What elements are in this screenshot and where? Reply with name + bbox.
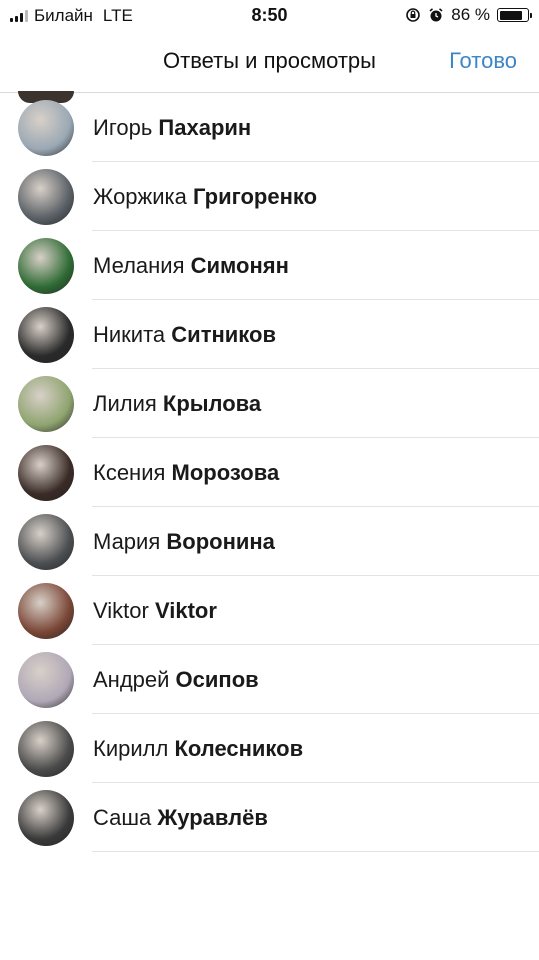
viewer-first-name: Саша <box>93 805 152 830</box>
list-item[interactable]: Ксения Морозова <box>0 438 539 507</box>
battery-fill <box>499 10 523 20</box>
viewer-name: Мелания Симонян <box>93 253 289 279</box>
list-item[interactable]: Viktor Viktor <box>0 576 539 645</box>
navigation-bar: Ответы и просмотры Готово <box>0 32 539 93</box>
viewer-last-name: Григоренко <box>193 184 318 209</box>
status-left: Билайн LTE <box>10 6 133 26</box>
avatar <box>18 514 74 570</box>
alarm-icon <box>429 8 443 22</box>
viewer-first-name: Мария <box>93 529 161 554</box>
avatar <box>18 583 74 639</box>
avatar <box>18 307 74 363</box>
viewer-first-name: Мелания <box>93 253 185 278</box>
avatar <box>18 652 74 708</box>
viewer-first-name: Никита <box>93 322 166 347</box>
list-item[interactable]: Андрей Осипов <box>0 645 539 714</box>
list-item[interactable]: Жоржика Григоренко <box>0 162 539 231</box>
network-type: LTE <box>102 6 133 25</box>
avatar <box>18 790 74 846</box>
carrier-name: Билайн <box>34 6 93 25</box>
viewer-first-name: Игорь <box>93 115 153 140</box>
viewer-name: Ксения Морозова <box>93 460 279 486</box>
viewer-last-name: Колесников <box>174 736 304 761</box>
status-right: 86 % <box>405 5 532 25</box>
viewer-last-name: Морозова <box>171 460 280 485</box>
viewer-first-name: Жоржика <box>93 184 187 209</box>
viewer-name: Жоржика Григоренко <box>93 184 317 210</box>
battery-percent: 86 % <box>451 5 490 24</box>
avatar <box>18 238 74 294</box>
viewer-first-name: Лилия <box>93 391 157 416</box>
viewer-last-name: Крылова <box>162 391 262 416</box>
list-item[interactable]: Лилия Крылова <box>0 369 539 438</box>
viewer-name: Viktor Viktor <box>93 598 217 624</box>
viewer-name: Саша Журавлёв <box>93 805 268 831</box>
viewer-last-name: Симонян <box>190 253 289 278</box>
avatar <box>18 100 74 156</box>
list-item[interactable]: Мелания Симонян <box>0 231 539 300</box>
rotation-lock-icon <box>406 8 421 22</box>
list-item[interactable]: Никита Ситников <box>0 300 539 369</box>
viewer-last-name: Журавлёв <box>157 805 268 830</box>
viewer-last-name: Осипов <box>175 667 259 692</box>
viewer-last-name: Воронина <box>166 529 275 554</box>
viewer-first-name: Кирилл <box>93 736 169 761</box>
avatar <box>18 169 74 225</box>
avatar <box>18 376 74 432</box>
row-divider <box>92 851 539 852</box>
viewer-name: Мария Воронина <box>93 529 275 555</box>
viewer-name: Никита Ситников <box>93 322 276 348</box>
viewer-name: Андрей Осипов <box>93 667 259 693</box>
viewer-last-name: Ситников <box>171 322 276 347</box>
status-bar: Билайн LTE 8:50 86 % <box>0 0 539 32</box>
list-item[interactable]: Саша Журавлёв <box>0 783 539 852</box>
viewer-first-name: Андрей <box>93 667 170 692</box>
list-item[interactable]: Мария Воронина <box>0 507 539 576</box>
list-item[interactable]: Кирилл Колесников <box>0 714 539 783</box>
list-item[interactable]: Игорь Пахарин <box>0 93 539 162</box>
viewer-last-name: Viktor <box>154 598 217 623</box>
viewer-first-name: Ксения <box>93 460 166 485</box>
avatar <box>18 445 74 501</box>
cellular-signal-icon <box>10 10 28 22</box>
viewer-last-name: Пахарин <box>158 115 252 140</box>
battery-icon <box>497 8 532 22</box>
viewer-first-name: Viktor <box>93 598 149 623</box>
viewers-list: Игорь Пахарин Жоржика Григоренко Мелания С… <box>0 91 539 852</box>
avatar <box>18 721 74 777</box>
done-button[interactable]: Готово <box>449 48 517 74</box>
viewer-name: Кирилл Колесников <box>93 736 303 762</box>
viewer-name: Игорь Пахарин <box>93 115 251 141</box>
viewer-name: Лилия Крылова <box>93 391 261 417</box>
